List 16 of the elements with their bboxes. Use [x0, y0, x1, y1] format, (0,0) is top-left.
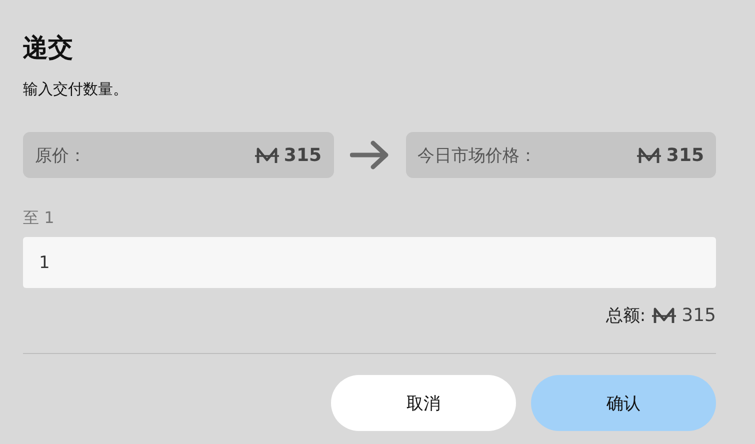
price-label: 今日市场价格： — [418, 144, 536, 166]
total-amount: 315 — [682, 305, 716, 326]
quantity-label: 至 1 — [23, 208, 56, 229]
currency-icon — [652, 307, 676, 324]
currency-icon — [637, 146, 662, 164]
dialog-title: 递交 — [23, 32, 74, 64]
price-amount: 315 — [666, 144, 704, 166]
total-label: 总额: — [606, 305, 646, 327]
price-amount: 315 — [284, 144, 322, 166]
currency-icon — [254, 146, 279, 164]
price-label: 原价： — [35, 144, 86, 166]
arrow-icon — [350, 140, 390, 170]
confirm-button[interactable]: 确认 — [531, 375, 716, 431]
cancel-button[interactable]: 取消 — [331, 375, 516, 431]
dialog-subtitle: 输入交付数量。 — [23, 80, 129, 99]
quantity-field[interactable]: 1 — [23, 237, 716, 288]
